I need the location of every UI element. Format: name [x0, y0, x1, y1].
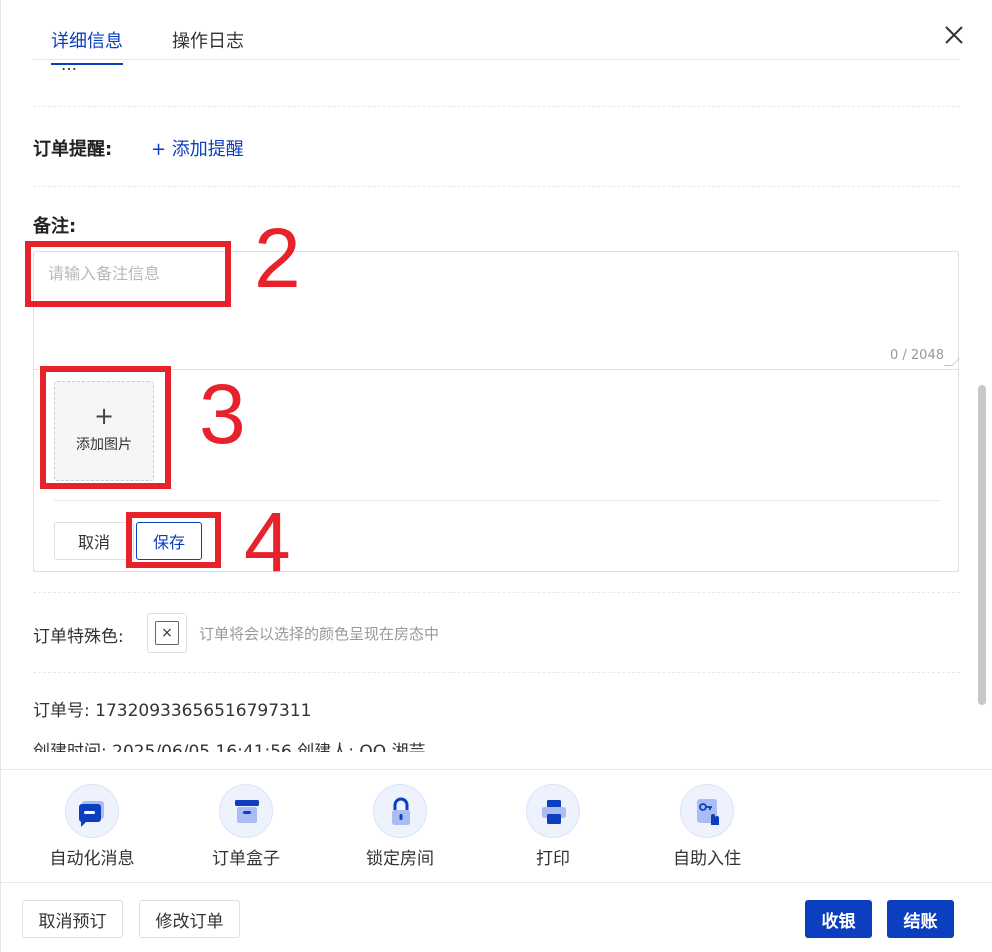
- char-counter: 0 / 2048: [890, 348, 944, 363]
- printer-icon: [526, 784, 580, 838]
- action-order-box[interactable]: 订单盒子: [186, 784, 306, 869]
- close-icon[interactable]: [942, 25, 966, 49]
- action-label: 自助入住: [673, 849, 741, 869]
- clear-icon: ×: [155, 621, 179, 645]
- order-number-value: 17320933656516797311: [95, 701, 312, 721]
- order-reminder-label: 订单提醒:: [33, 139, 113, 160]
- self-checkin-icon: [680, 784, 734, 838]
- annotation-number-4: 4: [244, 495, 291, 589]
- chat-icon: [65, 784, 119, 838]
- annotation-box-3: [40, 366, 171, 489]
- modify-order-button[interactable]: 修改订单: [139, 900, 240, 938]
- annotation-number-3: 3: [199, 367, 246, 461]
- action-label: 订单盒子: [212, 849, 280, 869]
- color-picker[interactable]: ×: [147, 613, 187, 653]
- scrollbar[interactable]: [978, 385, 986, 705]
- lock-icon: [373, 784, 427, 838]
- tab-bar: 详细信息 操作日志: [33, 20, 960, 65]
- cancel-booking-button[interactable]: 取消预订: [22, 900, 123, 938]
- action-auto-message[interactable]: 自动化消息: [32, 784, 152, 869]
- annotation-number-2: 2: [254, 211, 301, 305]
- partial-text: …: [61, 62, 77, 74]
- divider: [54, 500, 940, 501]
- box-icon: [219, 784, 273, 838]
- divider: [33, 592, 960, 593]
- created-info: 创建时间: 2025/06/05 16:41:56 创建人: OO 湘芸: [33, 742, 426, 752]
- annotation-box-2: [25, 241, 231, 307]
- divider: [33, 672, 960, 673]
- tab-details[interactable]: 详细信息: [51, 27, 123, 65]
- action-label: 自动化消息: [49, 849, 135, 869]
- cashier-button[interactable]: 收银: [805, 900, 872, 938]
- annotation-box-4: [126, 512, 221, 568]
- special-color-hint: 订单将会以选择的颜色呈现在房态中: [199, 625, 440, 643]
- checkout-button[interactable]: 结账: [887, 900, 954, 938]
- order-detail-panel: 详细信息 操作日志 … 订单提醒: + 添加提醒 备注: 0 / 2048 + …: [0, 0, 992, 952]
- tab-operation-log[interactable]: 操作日志: [172, 27, 244, 53]
- order-number: 订单号: 17320933656516797311: [33, 696, 311, 721]
- action-label: 锁定房间: [366, 849, 434, 869]
- action-lock-room[interactable]: 锁定房间: [340, 784, 460, 869]
- divider: [33, 106, 960, 107]
- footer: 取消预订 修改订单 收银 结账: [1, 884, 992, 952]
- action-print[interactable]: 打印: [493, 784, 613, 869]
- special-color-label: 订单特殊色:: [33, 627, 124, 647]
- remark-cancel-button[interactable]: 取消: [54, 522, 134, 560]
- order-number-label: 订单号:: [33, 701, 90, 721]
- action-bar: 自动化消息 订单盒子 锁定房间 打印 自助入住: [1, 769, 992, 883]
- divider: [33, 186, 960, 187]
- remark-label: 备注:: [33, 216, 77, 237]
- add-reminder-button[interactable]: + 添加提醒: [151, 135, 244, 161]
- action-self-checkin[interactable]: 自助入住: [647, 784, 767, 869]
- action-label: 打印: [536, 849, 570, 869]
